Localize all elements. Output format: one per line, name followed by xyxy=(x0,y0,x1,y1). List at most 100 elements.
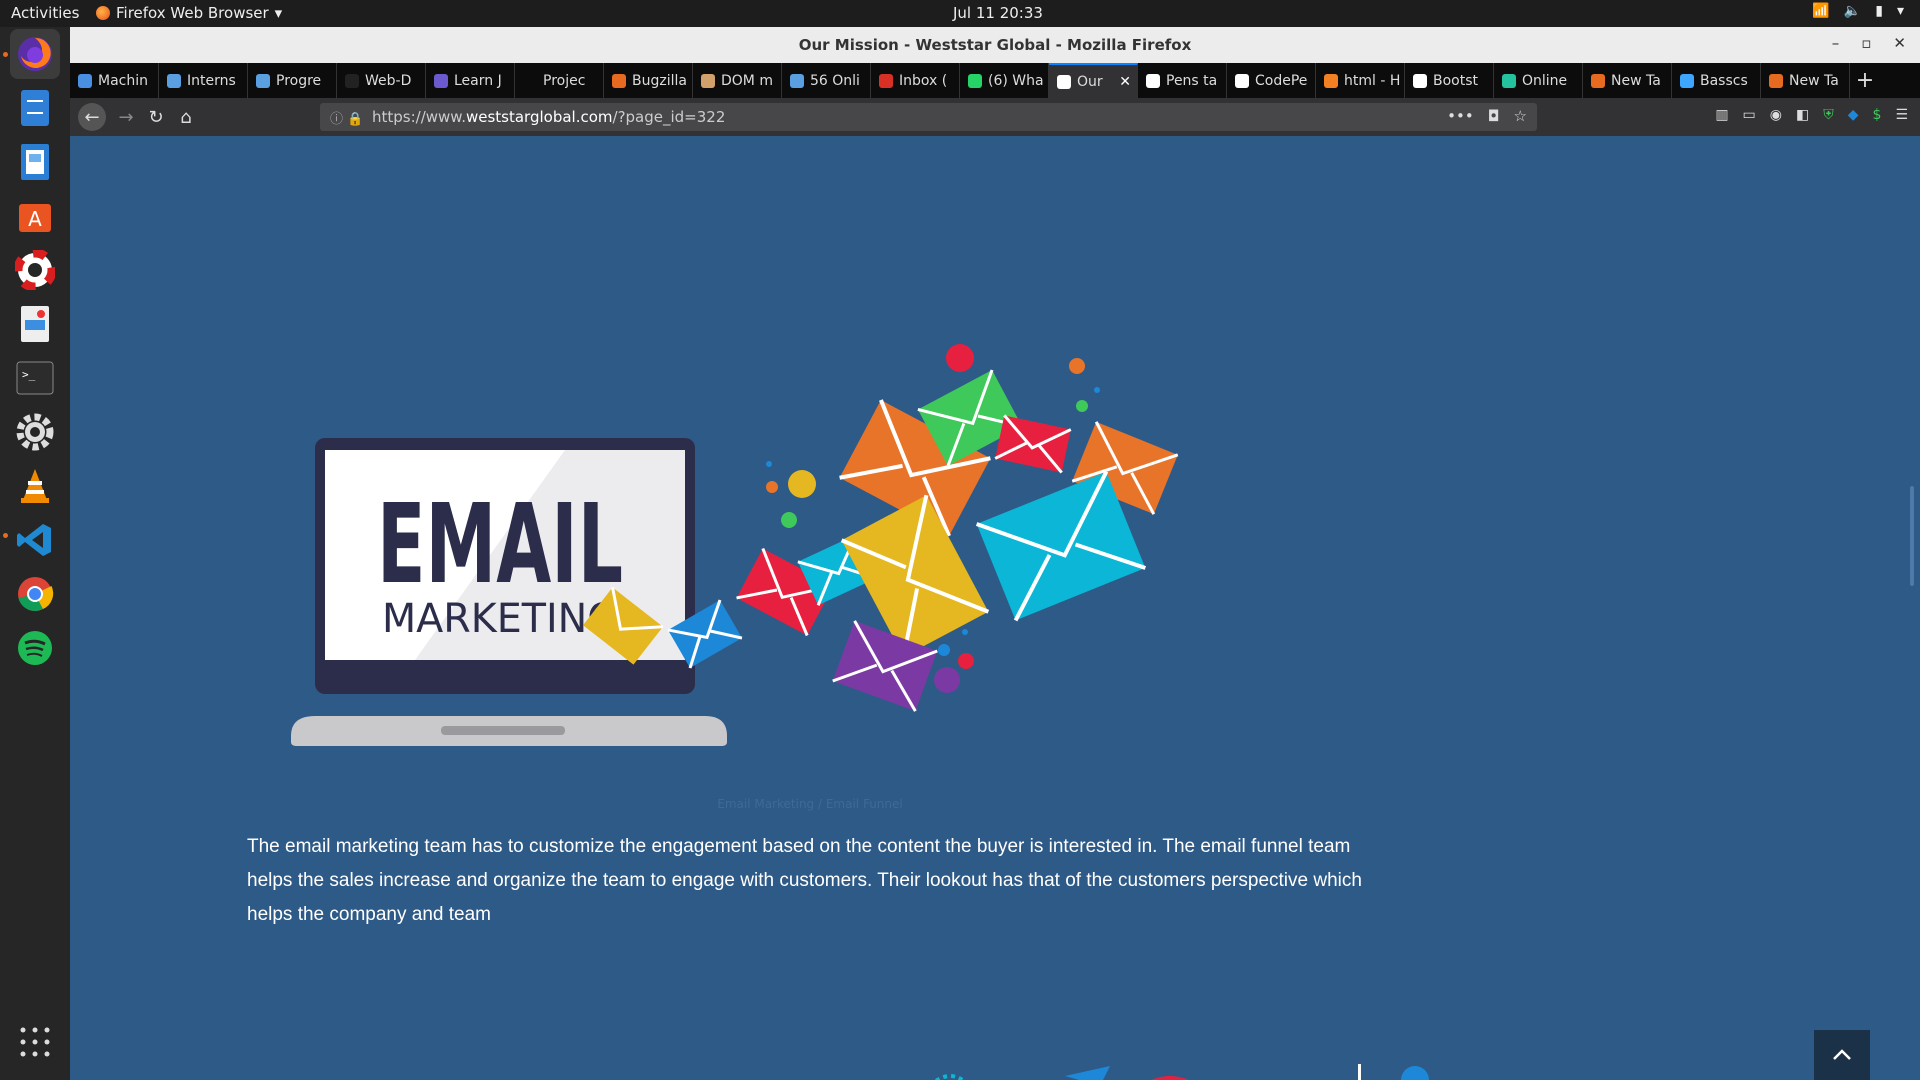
tab-favicon-icon xyxy=(879,73,893,88)
tab-label: Basscs xyxy=(1700,72,1748,89)
browser-tab[interactable]: Projec xyxy=(515,63,604,98)
browser-tab[interactable]: Bootst xyxy=(1405,63,1494,98)
browser-tab[interactable]: New Ta xyxy=(1583,63,1672,98)
clock[interactable]: Jul 11 20:33 xyxy=(953,4,1043,22)
tab-label: Bugzilla xyxy=(632,72,687,89)
image-caption: Email Marketing / Email Funnel xyxy=(717,797,903,811)
pocket-icon[interactable]: ◘ xyxy=(1488,107,1500,125)
svg-text:A: A xyxy=(28,207,42,231)
system-top-bar: Activities Firefox Web Browser ▾ Jul 11 … xyxy=(0,0,1920,27)
site-info-icon[interactable]: ⓘ 🔒 xyxy=(330,108,363,127)
dock-settings[interactable] xyxy=(10,407,60,457)
image-title-text: EMAIL xyxy=(377,480,623,608)
sidebar-icon[interactable]: ▭ xyxy=(1743,107,1756,123)
extension-icon[interactable]: ◧ xyxy=(1796,107,1809,123)
browser-tab[interactable]: Online xyxy=(1494,63,1583,98)
new-tab-button[interactable]: + xyxy=(1850,63,1880,98)
browser-tab[interactable]: CodePe xyxy=(1227,63,1316,98)
show-applications-button[interactable] xyxy=(10,1017,60,1067)
tab-favicon-icon xyxy=(434,73,448,88)
library-icon[interactable]: ▥ xyxy=(1715,107,1728,123)
account-icon[interactable]: ◉ xyxy=(1770,107,1782,123)
terminal-icon: >_ xyxy=(16,361,54,395)
tab-label: Bootst xyxy=(1433,72,1479,89)
dock-firefox[interactable] xyxy=(10,29,60,79)
bookmark-star-icon[interactable]: ☆ xyxy=(1514,107,1527,125)
minimize-button[interactable]: – xyxy=(1832,34,1840,52)
tab-favicon-icon xyxy=(1146,73,1160,88)
more-actions-icon[interactable]: ••• xyxy=(1447,107,1474,125)
dock-terminal[interactable]: >_ xyxy=(10,353,60,403)
browser-tab[interactable]: Basscs xyxy=(1672,63,1761,98)
writer-icon xyxy=(21,144,49,180)
url-text[interactable]: https://www.weststarglobal.com/?page_id=… xyxy=(372,108,725,126)
dock-help[interactable] xyxy=(10,245,60,295)
home-button[interactable]: ⌂ xyxy=(174,105,198,129)
tab-label: Pens ta xyxy=(1166,72,1218,89)
chevron-down-icon: ▾ xyxy=(274,4,283,22)
tab-favicon-icon xyxy=(1591,73,1605,88)
system-tray[interactable]: 📶 🔈 ▮ ▾ xyxy=(1812,3,1904,19)
url-bar[interactable]: ⓘ 🔒 https://www.weststarglobal.com/?page… xyxy=(320,103,1537,131)
shield-icon[interactable]: ⛨ xyxy=(1823,107,1834,123)
browser-tab[interactable]: Learn J xyxy=(426,63,515,98)
tab-favicon-icon xyxy=(523,73,537,88)
dock-spotify[interactable] xyxy=(10,623,60,673)
help-icon xyxy=(15,250,55,290)
window-controls: – ▫ ✕ xyxy=(1832,34,1906,52)
tab-favicon-icon xyxy=(78,73,92,88)
running-indicator xyxy=(3,533,8,538)
browser-tab[interactable]: 56 Onli xyxy=(782,63,871,98)
dollar-extension-icon[interactable]: $ xyxy=(1873,107,1882,123)
browser-tab[interactable]: Progre xyxy=(248,63,337,98)
browser-tab[interactable]: html - H xyxy=(1316,63,1405,98)
browser-tab[interactable]: Our ✕ xyxy=(1049,63,1138,98)
tab-favicon-icon xyxy=(1680,73,1694,88)
app-menu[interactable]: Firefox Web Browser ▾ xyxy=(96,4,282,22)
dock-files[interactable] xyxy=(10,83,60,133)
tab-label: Learn J xyxy=(454,72,502,89)
activities-button[interactable]: Activities xyxy=(11,4,79,22)
browser-tab[interactable]: New Ta xyxy=(1761,63,1850,98)
volume-icon: 🔈 xyxy=(1843,3,1862,19)
tab-label: DOM m xyxy=(721,72,773,89)
back-button[interactable]: ← xyxy=(78,103,106,131)
window-title-bar[interactable]: Our Mission - Weststar Global - Mozilla … xyxy=(70,27,1920,63)
extension-badge-icon[interactable]: ◆ xyxy=(1848,107,1859,123)
close-window-button[interactable]: ✕ xyxy=(1893,34,1906,52)
dock-image-viewer[interactable] xyxy=(10,299,60,349)
browser-tab[interactable]: Inbox ( xyxy=(871,63,960,98)
image-viewer-icon xyxy=(21,306,49,342)
dock-writer[interactable] xyxy=(10,137,60,187)
browser-tab[interactable]: (6) Wha xyxy=(960,63,1049,98)
svg-text:>_: >_ xyxy=(22,368,36,381)
software-center-icon: A xyxy=(19,204,51,232)
scroll-to-top-button[interactable] xyxy=(1814,1030,1870,1080)
page-scrollbar[interactable] xyxy=(1906,136,1920,1080)
tab-favicon-icon xyxy=(612,73,626,88)
reload-button[interactable]: ↻ xyxy=(144,105,168,129)
image-subtitle-text: MARKETING xyxy=(382,596,618,642)
browser-tab[interactable]: Machin xyxy=(70,63,159,98)
tab-label: Web-D xyxy=(365,72,412,89)
browser-tab[interactable]: Interns xyxy=(159,63,248,98)
running-indicator xyxy=(3,52,8,57)
maximize-button[interactable]: ▫ xyxy=(1861,34,1871,52)
scrollbar-thumb[interactable] xyxy=(1910,486,1914,586)
forward-button[interactable]: → xyxy=(114,105,138,129)
dock-software[interactable]: A xyxy=(10,191,60,241)
navigation-toolbar: ← → ↻ ⌂ ⓘ 🔒 https://www.weststarglobal.c… xyxy=(70,98,1920,136)
dock-chrome[interactable] xyxy=(10,569,60,619)
dock-vscode[interactable] xyxy=(10,515,60,565)
browser-tab[interactable]: Bugzilla xyxy=(604,63,693,98)
browser-tab[interactable]: DOM m xyxy=(693,63,782,98)
browser-tab[interactable]: Pens ta xyxy=(1138,63,1227,98)
browser-tab[interactable]: Web-D xyxy=(337,63,426,98)
close-tab-icon[interactable]: ✕ xyxy=(1119,74,1131,90)
hamburger-menu-icon[interactable]: ☰ xyxy=(1895,107,1908,123)
tab-favicon-icon xyxy=(167,73,181,88)
firefox-icon xyxy=(96,6,110,20)
chevron-up-icon xyxy=(1833,1049,1851,1060)
email-marketing-image: EMAIL MARKETING xyxy=(291,344,1179,746)
dock-vlc[interactable] xyxy=(10,461,60,511)
